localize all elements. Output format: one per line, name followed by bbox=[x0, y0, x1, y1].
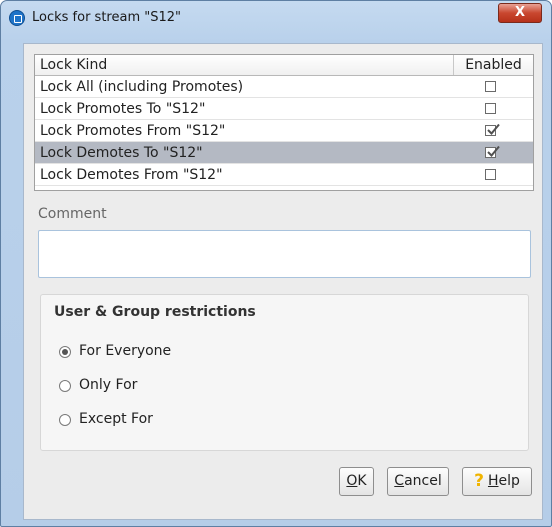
table-header: Lock Kind Enabled bbox=[35, 55, 533, 76]
help-label-rest: elp bbox=[498, 473, 520, 489]
enabled-checkbox[interactable] bbox=[485, 169, 496, 180]
title-bar[interactable]: Locks for stream "S12" X bbox=[1, 1, 551, 35]
check-icon bbox=[487, 145, 500, 157]
table-row[interactable]: Lock Promotes To "S12" bbox=[35, 98, 533, 120]
lock-table: Lock Kind Enabled Lock All (including Pr… bbox=[34, 54, 534, 191]
user-group-restrictions-panel: User & Group restrictions For Everyone O… bbox=[40, 294, 529, 451]
cancel-label-rest: ancel bbox=[404, 473, 442, 489]
help-button[interactable]: ? Help bbox=[462, 467, 532, 496]
help-mnemonic: H bbox=[487, 473, 499, 489]
ok-button[interactable]: OK bbox=[339, 467, 374, 496]
lock-kind-label: Lock Demotes To "S12" bbox=[40, 145, 203, 161]
check-icon bbox=[487, 123, 500, 135]
dialog-window: Locks for stream "S12" X Lock Kind Enabl… bbox=[0, 0, 552, 527]
radio-only-for[interactable] bbox=[59, 380, 71, 392]
radio-for-everyone[interactable] bbox=[59, 346, 71, 358]
window-title: Locks for stream "S12" bbox=[32, 10, 181, 25]
close-button[interactable]: X bbox=[498, 3, 542, 23]
radio-except-for[interactable] bbox=[59, 414, 71, 426]
lock-kind-label: Lock Demotes From "S12" bbox=[40, 167, 223, 183]
comment-field[interactable] bbox=[38, 230, 531, 278]
ok-mnemonic: O bbox=[346, 473, 358, 489]
ok-label-rest: K bbox=[357, 473, 367, 489]
table-row[interactable]: Lock Demotes To "S12" bbox=[35, 142, 533, 164]
lock-kind-label: Lock All (including Promotes) bbox=[40, 79, 244, 95]
enabled-checkbox[interactable] bbox=[485, 81, 496, 92]
cancel-button[interactable]: Cancel bbox=[387, 467, 449, 496]
table-row[interactable]: Lock Demotes From "S12" bbox=[35, 164, 533, 186]
cancel-mnemonic: C bbox=[394, 473, 405, 489]
column-header-enabled[interactable]: Enabled bbox=[454, 57, 533, 73]
lock-kind-label: Lock Promotes To "S12" bbox=[40, 101, 206, 117]
lock-kind-label: Lock Promotes From "S12" bbox=[40, 123, 226, 139]
radio-label-except-for[interactable]: Except For bbox=[79, 411, 153, 427]
question-icon: ? bbox=[474, 471, 484, 491]
enabled-checkbox[interactable] bbox=[485, 123, 500, 136]
comment-label: Comment bbox=[38, 206, 107, 222]
dialog-content: Lock Kind Enabled Lock All (including Pr… bbox=[23, 43, 543, 520]
enabled-checkbox[interactable] bbox=[485, 103, 496, 114]
table-row[interactable]: Lock Promotes From "S12" bbox=[35, 120, 533, 142]
table-row[interactable]: Lock All (including Promotes) bbox=[35, 76, 533, 98]
column-header-lock-kind[interactable]: Lock Kind bbox=[40, 57, 107, 73]
app-icon bbox=[9, 10, 25, 26]
radio-label-only-for[interactable]: Only For bbox=[79, 377, 137, 393]
radio-label-for-everyone[interactable]: For Everyone bbox=[79, 343, 171, 359]
restrictions-title: User & Group restrictions bbox=[54, 304, 256, 320]
enabled-checkbox[interactable] bbox=[485, 145, 500, 158]
